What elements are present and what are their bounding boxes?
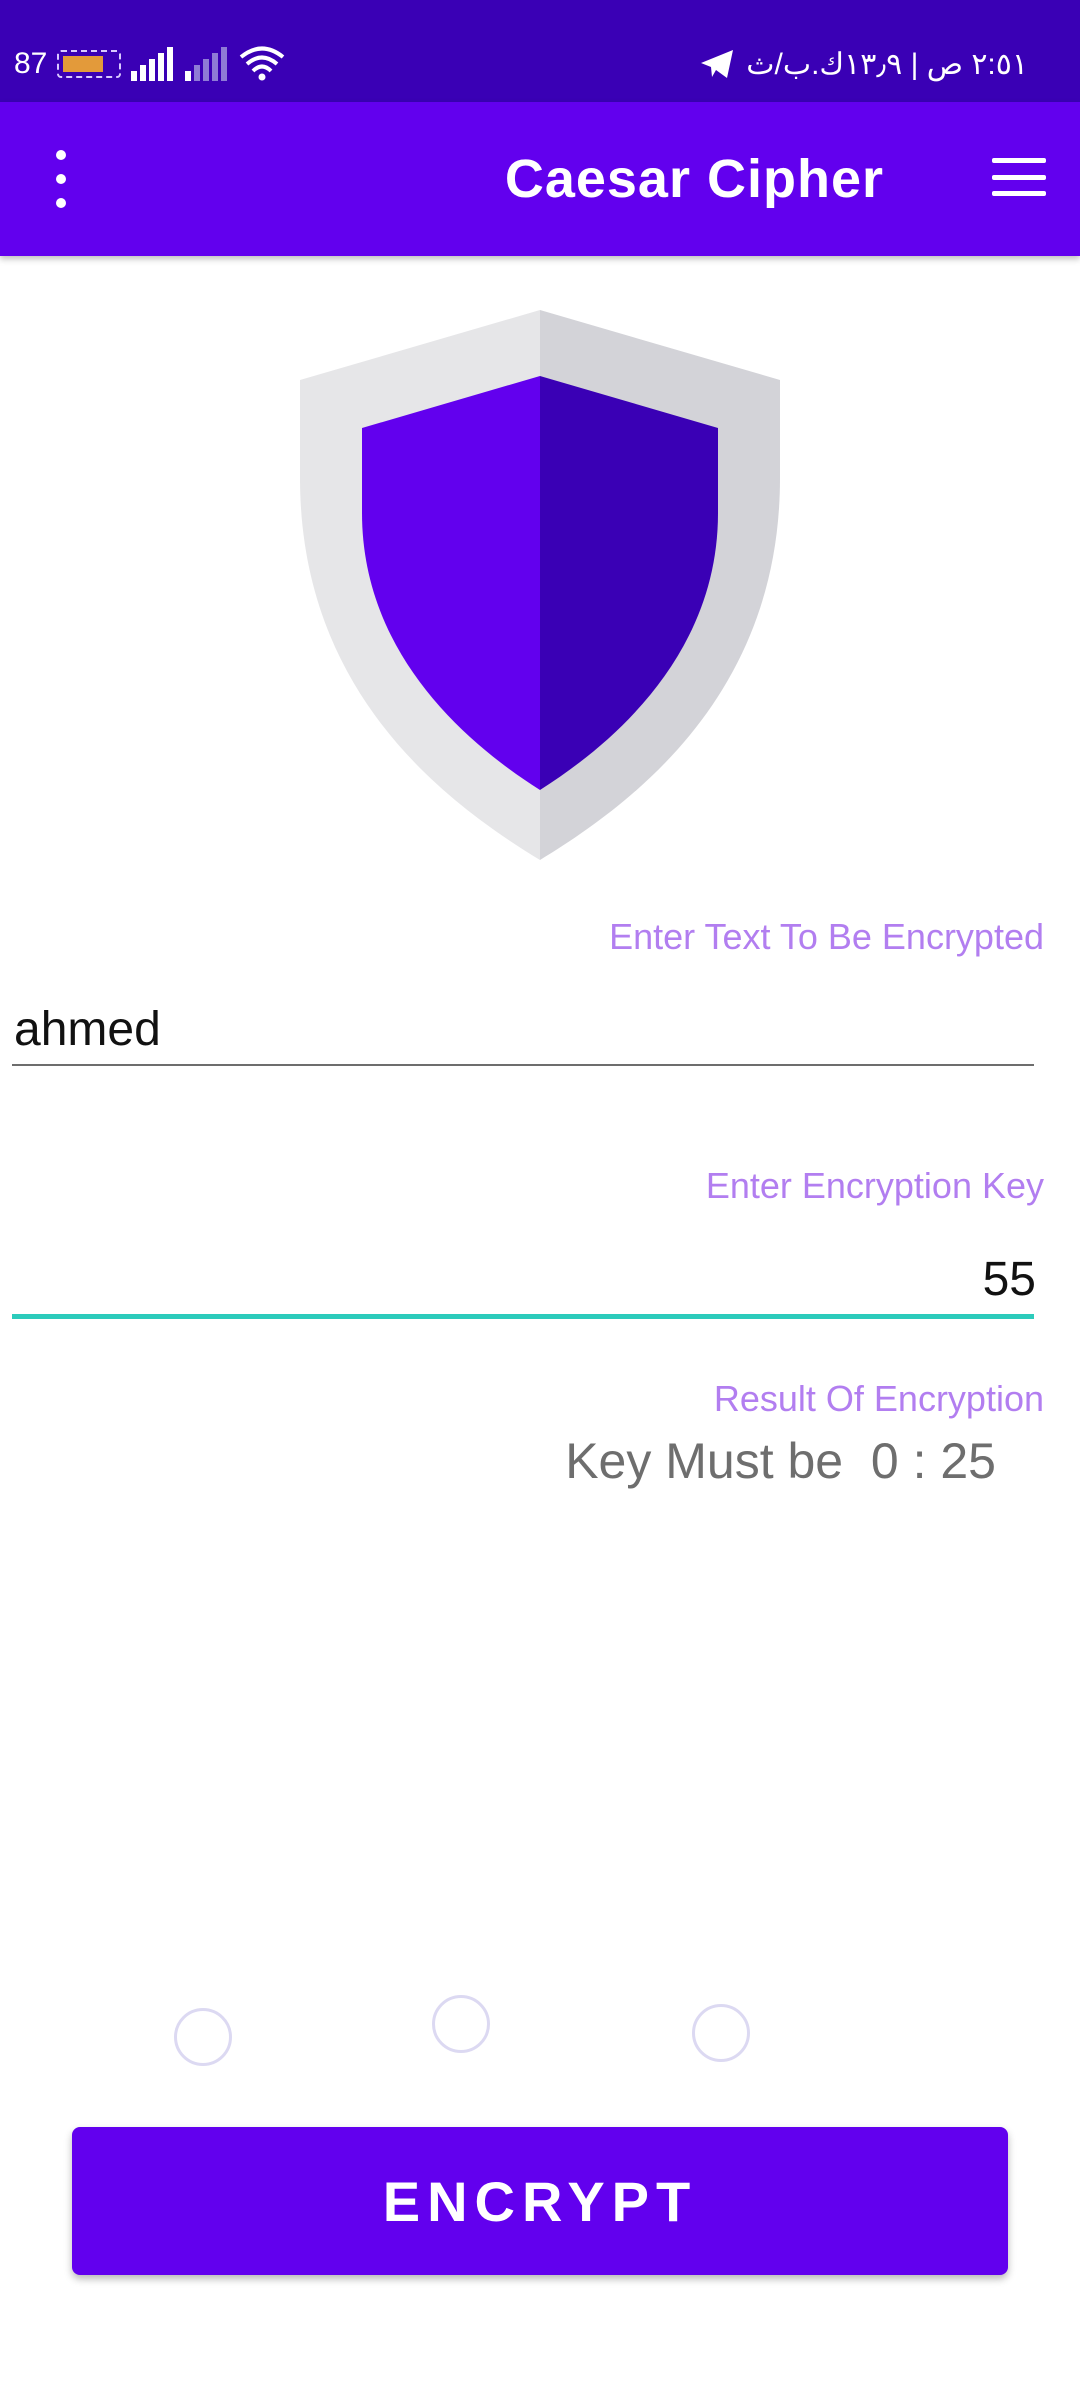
kebab-menu-icon[interactable] bbox=[44, 150, 78, 208]
page-indicator-dot[interactable] bbox=[692, 2004, 750, 2062]
status-left: 87 bbox=[14, 42, 285, 86]
text-input-label: Enter Text To Be Encrypted bbox=[609, 916, 1044, 957]
result-text: Key Must be 0 : 25 bbox=[565, 1433, 996, 1489]
key-input-label: Enter Encryption Key bbox=[705, 1165, 1044, 1206]
wifi-icon bbox=[240, 46, 285, 81]
status-bar: 87 ٢:٥١ ص | ١٣٫٩ك.ب/ث bbox=[0, 0, 1080, 102]
hamburger-icon[interactable] bbox=[992, 158, 1046, 196]
cell-signal-2-icon bbox=[185, 47, 228, 81]
cell-signal-icon bbox=[131, 47, 174, 81]
app-bar: Caesar Cipher bbox=[0, 102, 1080, 256]
app-title: Caesar Cipher bbox=[504, 149, 884, 209]
battery-icon bbox=[57, 50, 122, 78]
key-underline bbox=[12, 1314, 1034, 1319]
encrypt-button[interactable]: ENCRYPT bbox=[72, 2127, 1008, 2275]
key-input[interactable] bbox=[12, 1242, 1038, 1316]
status-right: ٢:٥١ ص | ١٣٫٩ك.ب/ث bbox=[700, 44, 1028, 84]
battery-level: 87 bbox=[14, 47, 48, 80]
plaintext-underline bbox=[12, 1064, 1034, 1066]
page-indicator-dot[interactable] bbox=[432, 1995, 490, 2053]
result-label: Result Of Encryption bbox=[713, 1378, 1044, 1419]
page-indicator-dot[interactable] bbox=[174, 2008, 232, 2066]
telegram-icon bbox=[701, 50, 734, 78]
shield-icon bbox=[300, 310, 780, 860]
plaintext-input[interactable] bbox=[12, 992, 1038, 1066]
status-time-speed: ٢:٥١ ص | ١٣٫٩ك.ب/ث bbox=[746, 47, 1028, 81]
